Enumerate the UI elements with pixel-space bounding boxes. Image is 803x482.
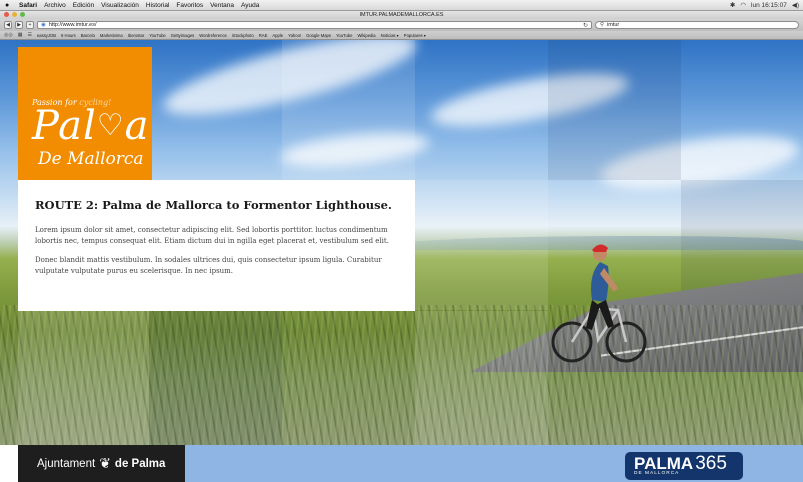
bookmark-item[interactable]: YouTube	[336, 33, 352, 38]
bookmarks-grid-icon[interactable]: ☰	[27, 32, 31, 38]
route-paragraph: Donec blandit mattis vestibulum. In soda…	[35, 256, 382, 275]
bookmarks-bar: ◎◎ ▦ ☰ eassyJOB 9 Hours Barcelo Marketin…	[0, 31, 803, 40]
photo-tile	[149, 311, 282, 445]
photo-tile	[282, 40, 415, 180]
status-area: ✱ ◠ lun 16:15:07 ◀)	[730, 1, 803, 10]
browser-toolbar: ◀ ▶ + ◉ http://www.imtur.es/ ↻ ⚲ imtur	[0, 19, 803, 31]
menu-edicion[interactable]: Edición	[73, 2, 94, 9]
palma365-logo[interactable]: PALMA 365 DE MALLORCA	[625, 452, 743, 480]
bookmark-item[interactable]: Wordreference	[199, 33, 227, 38]
top-sites-icon[interactable]: ▦	[18, 32, 23, 38]
bookmark-item[interactable]: Google Maps	[306, 33, 331, 38]
window-titlebar: IMTUR.PALMADEMALLORCA.ES	[0, 11, 803, 19]
apple-menu-icon[interactable]: ●	[5, 2, 13, 9]
address-input[interactable]: http://www.imtur.es/	[49, 22, 97, 28]
photo-tile	[18, 311, 149, 445]
bookmark-item[interactable]: Gettyimages	[171, 33, 195, 38]
menu-historial[interactable]: Historial	[146, 2, 169, 9]
bookmark-item[interactable]: Wikipedia	[357, 33, 375, 38]
bookmark-item[interactable]: Barcelo	[81, 33, 95, 38]
minimize-window-button[interactable]	[12, 12, 17, 17]
bookmark-item[interactable]: iStockphoto	[232, 33, 254, 38]
search-input[interactable]: imtur	[607, 22, 619, 28]
route-paragraph: Lorem ipsum dolor sit amet, consectetur …	[35, 226, 389, 245]
search-icon: ⚲	[600, 22, 605, 28]
bookmark-item[interactable]: Yahoo!	[288, 33, 301, 38]
site-globe-icon: ◉	[41, 22, 46, 28]
page-footer: Ajuntament ❦ de Palma PALMA 365 DE MALLO…	[0, 445, 803, 482]
photo-tile	[415, 311, 548, 445]
menu-safari[interactable]: Safari	[19, 2, 37, 9]
search-field[interactable]: ⚲ imtur	[595, 21, 799, 29]
bookmark-item[interactable]: Marketinima	[100, 33, 123, 38]
menu-ventana[interactable]: Ventana	[210, 2, 234, 9]
reading-list-icon[interactable]: ◎◎	[4, 32, 13, 38]
bookmark-folder[interactable]: Populares ▾	[404, 33, 426, 38]
photo-tile	[548, 40, 681, 180]
bluetooth-icon[interactable]: ✱	[730, 1, 735, 9]
window-controls	[4, 12, 25, 17]
bookmark-item[interactable]: eassyJOB	[37, 33, 56, 38]
menu-archivo[interactable]: Archivo	[44, 2, 66, 9]
menu-visualizacion[interactable]: Visualización	[101, 2, 139, 9]
bookmark-item[interactable]: Iberostar	[128, 33, 145, 38]
menu-bar: ● Safari Archivo Edición Visualización H…	[0, 0, 803, 11]
close-window-button[interactable]	[4, 12, 9, 17]
clock-label[interactable]: lun 16:15:07	[751, 2, 787, 9]
route-content-card: ROUTE 2: Palma de Mallorca to Formentor …	[18, 180, 415, 311]
bookmark-item[interactable]: YouTube	[149, 33, 165, 38]
menu-favoritos[interactable]: Favoritos	[176, 2, 203, 9]
bookmark-item[interactable]: Apple	[272, 33, 283, 38]
back-button[interactable]: ◀	[4, 21, 12, 29]
bookmark-folder[interactable]: Noticias ▾	[381, 33, 399, 38]
address-bar[interactable]: ◉ http://www.imtur.es/ ↻	[37, 21, 592, 29]
footer-band: PALMA 365 DE MALLORCA	[185, 445, 803, 482]
route-title: ROUTE 2: Palma de Mallorca to Formentor …	[35, 198, 392, 212]
logo-wordmark: Pal♡a	[32, 103, 150, 149]
logo-subname: De Mallorca	[38, 149, 144, 169]
web-page: Passion for cycling! Pal♡a De Mallorca R…	[0, 40, 803, 482]
window-title: IMTUR.PALMADEMALLORCA.ES	[359, 12, 444, 18]
crest-icon: ❦	[99, 455, 111, 471]
ajuntament-logo[interactable]: Ajuntament ❦ de Palma	[18, 445, 185, 482]
heart-icon: ♡	[96, 108, 125, 143]
volume-icon[interactable]: ◀)	[792, 1, 799, 9]
zoom-window-button[interactable]	[20, 12, 25, 17]
bookmark-item[interactable]: RAE	[259, 33, 268, 38]
wifi-icon[interactable]: ◠	[740, 1, 746, 9]
menu-ayuda[interactable]: Ayuda	[241, 2, 259, 9]
reload-icon[interactable]: ↻	[583, 22, 588, 29]
bookmark-item[interactable]: 9 Hours	[61, 33, 76, 38]
add-bookmark-button[interactable]: +	[26, 21, 34, 29]
cyclist-figure	[551, 244, 647, 363]
forward-button[interactable]: ▶	[15, 21, 23, 29]
